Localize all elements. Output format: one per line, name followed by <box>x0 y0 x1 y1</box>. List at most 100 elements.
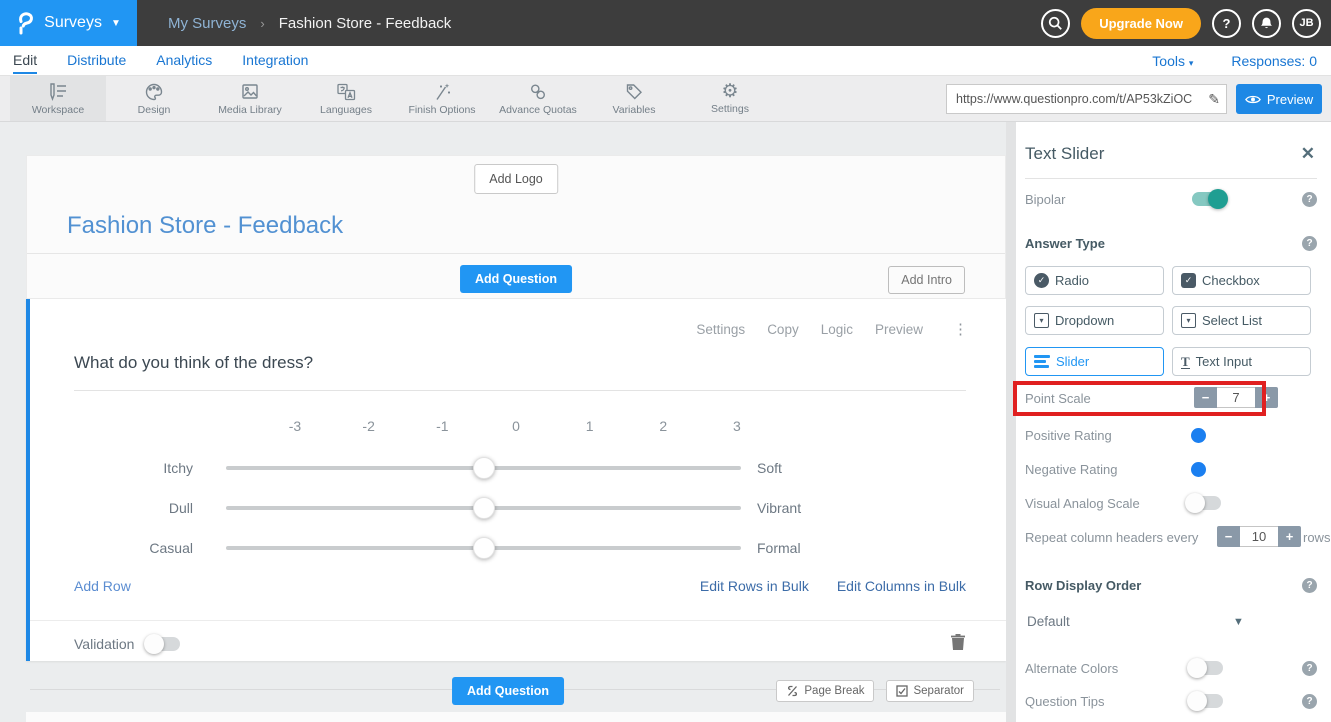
bipolar-toggle[interactable] <box>1192 192 1226 206</box>
alternate-colors-toggle[interactable] <box>1189 661 1223 675</box>
chevron-down-icon: ▼ <box>1233 616 1244 628</box>
point-scale-decrease-button[interactable]: − <box>1194 387 1217 408</box>
question-settings-link[interactable]: Settings <box>696 322 745 337</box>
visual-analog-scale-toggle[interactable] <box>1187 496 1221 510</box>
add-logo-button[interactable]: Add Logo <box>474 164 558 194</box>
answer-type-text-input[interactable]: T Text Input <box>1172 347 1311 376</box>
avatar[interactable]: JB <box>1292 9 1321 38</box>
toolbar-item-variables[interactable]: Variables <box>586 76 682 121</box>
tools-menu[interactable]: Tools ▾ <box>1152 53 1193 69</box>
slider-track[interactable] <box>226 466 741 470</box>
more-options-icon[interactable]: ⋮ <box>945 320 968 338</box>
repeat-headers-increase-button[interactable]: + <box>1278 526 1301 547</box>
point-scale-label: Point Scale <box>1025 391 1091 406</box>
answer-type-select-list[interactable]: ▾ Select List <box>1172 306 1311 335</box>
help-icon[interactable]: ? <box>1302 192 1317 207</box>
slider-track[interactable] <box>226 546 741 550</box>
breadcrumb-separator-icon: › <box>260 16 264 31</box>
tab-edit[interactable]: Edit <box>13 47 37 74</box>
repeat-headers-decrease-button[interactable]: − <box>1217 526 1240 547</box>
positive-rating-label: Positive Rating <box>1025 428 1112 443</box>
palette-icon <box>143 82 165 102</box>
help-icon[interactable]: ? <box>1302 694 1317 709</box>
edit-rows-in-bulk-link[interactable]: Edit Rows in Bulk <box>700 578 809 594</box>
toolbar-item-settings[interactable]: ⚙ Settings <box>682 76 778 121</box>
edit-columns-in-bulk-link[interactable]: Edit Columns in Bulk <box>837 578 966 594</box>
slider-handle[interactable] <box>473 497 495 519</box>
repeat-headers-label: Repeat column headers every <box>1025 530 1198 545</box>
breadcrumb-my-surveys[interactable]: My Surveys <box>168 15 246 32</box>
question-text[interactable]: What do you think of the dress? <box>74 353 313 373</box>
eye-icon <box>1245 94 1261 105</box>
question-tips-label: Question Tips <box>1025 694 1105 709</box>
negative-rating-color-swatch[interactable] <box>1191 462 1206 477</box>
questionpro-logo-icon <box>16 11 35 35</box>
dropdown-icon: ▾ <box>1034 313 1049 328</box>
search-button[interactable] <box>1041 9 1070 38</box>
slider-handle[interactable] <box>473 537 495 559</box>
tab-distribute[interactable]: Distribute <box>67 47 126 74</box>
next-section-card <box>26 712 1006 722</box>
separator-button[interactable]: Separator <box>886 680 974 702</box>
slider-handle[interactable] <box>473 457 495 479</box>
question-tips-toggle[interactable] <box>1189 694 1223 708</box>
edit-url-icon[interactable]: ✎ <box>1203 91 1220 108</box>
repeat-headers-stepper: − + <box>1217 526 1301 547</box>
toolbar-item-finish-options[interactable]: Finish Options <box>394 76 490 121</box>
add-question-button-top[interactable]: Add Question <box>460 265 572 293</box>
toolbar-item-workspace[interactable]: Workspace <box>10 76 106 121</box>
toolbar-item-design[interactable]: Design <box>106 76 202 121</box>
tab-analytics[interactable]: Analytics <box>156 47 212 74</box>
row-left-label: Dull <box>30 500 226 516</box>
point-scale-increase-button[interactable]: + <box>1255 387 1278 408</box>
scroll-gutter[interactable] <box>1006 122 1016 722</box>
toolbar-item-media-library[interactable]: Media Library <box>202 76 298 121</box>
add-intro-button[interactable]: Add Intro <box>888 266 965 294</box>
add-question-button-bottom[interactable]: Add Question <box>452 677 564 705</box>
question-logic-link[interactable]: Logic <box>821 322 853 337</box>
close-icon[interactable]: ✕ <box>1301 144 1315 164</box>
notifications-button[interactable] <box>1252 9 1281 38</box>
repeat-headers-suffix: rows. <box>1303 530 1331 545</box>
preview-button[interactable]: Preview <box>1236 84 1322 114</box>
point-scale-input[interactable] <box>1217 387 1255 408</box>
question-card: Settings Copy Logic Preview ⋮ What do yo… <box>26 299 1006 661</box>
question-preview-link[interactable]: Preview <box>875 322 923 337</box>
share-url-input[interactable] <box>956 92 1203 106</box>
share-url-box: ✎ <box>946 84 1227 114</box>
add-row-link[interactable]: Add Row <box>74 578 131 594</box>
breadcrumb-current: Fashion Store - Feedback <box>279 15 452 32</box>
toolbar-item-advance-quotas[interactable]: Advance Quotas <box>490 76 586 121</box>
trash-icon <box>950 633 966 651</box>
question-copy-link[interactable]: Copy <box>767 322 799 337</box>
help-icon[interactable]: ? <box>1302 661 1317 676</box>
breadcrumb: My Surveys › Fashion Store - Feedback <box>168 0 451 46</box>
point-scale-stepper: − + <box>1194 387 1278 408</box>
tab-integration[interactable]: Integration <box>242 47 308 74</box>
slider-row-casual-formal: Casual Formal <box>30 528 1006 568</box>
validation-toggle[interactable] <box>146 637 180 651</box>
repeat-headers-input[interactable] <box>1240 526 1278 547</box>
responses-count[interactable]: Responses: 0 <box>1231 53 1317 69</box>
image-icon <box>239 82 261 102</box>
upgrade-now-button[interactable]: Upgrade Now <box>1081 8 1201 39</box>
slider-row-dull-vibrant: Dull Vibrant <box>30 488 1006 528</box>
row-display-order-select[interactable]: Default ▼ <box>1025 614 1261 629</box>
page-break-button[interactable]: Page Break <box>776 680 874 702</box>
help-button[interactable]: ? <box>1212 9 1241 38</box>
answer-type-dropdown[interactable]: ▾ Dropdown <box>1025 306 1164 335</box>
answer-type-checkbox[interactable]: ✓ Checkbox <box>1172 266 1311 295</box>
positive-rating-color-swatch[interactable] <box>1191 428 1206 443</box>
answer-type-radio[interactable]: ✓ Radio <box>1025 266 1164 295</box>
delete-question-button[interactable] <box>950 633 966 656</box>
help-icon[interactable]: ? <box>1302 236 1317 251</box>
wand-icon <box>431 82 453 102</box>
toolbar-item-languages[interactable]: Languages <box>298 76 394 121</box>
visual-analog-scale-label: Visual Analog Scale <box>1025 496 1140 511</box>
help-icon[interactable]: ? <box>1302 578 1317 593</box>
surveys-product-menu[interactable]: Surveys ▼ <box>0 0 137 46</box>
answer-type-slider[interactable]: Slider <box>1025 347 1164 376</box>
survey-title[interactable]: Fashion Store - Feedback <box>67 212 343 240</box>
slider-track[interactable] <box>226 506 741 510</box>
row-display-order-value: Default <box>1025 614 1070 629</box>
